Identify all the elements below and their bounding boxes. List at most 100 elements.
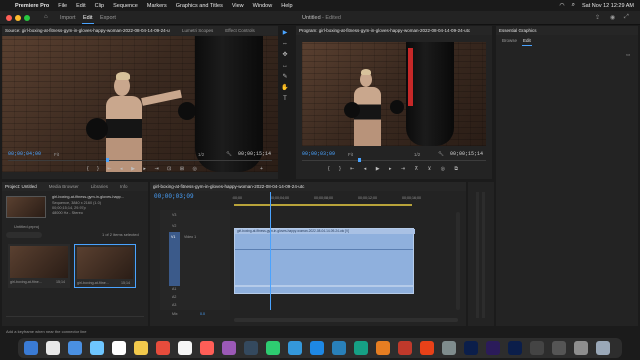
program-settings-icon[interactable]: 🔧︎ xyxy=(438,151,444,157)
dock-app-icon[interactable] xyxy=(244,341,258,355)
source-ratio-select[interactable]: 1/2 xyxy=(198,152,204,157)
wifi-icon[interactable]: ◠ xyxy=(559,2,564,9)
program-fit-select[interactable]: Fit xyxy=(348,152,353,157)
home-icon[interactable]: ⌂ xyxy=(44,14,48,20)
program-play-icon[interactable]: ▶ xyxy=(376,166,380,172)
audio-clip-a1[interactable] xyxy=(234,286,414,294)
selection-tool-icon[interactable]: ▶ xyxy=(279,28,291,39)
program-scrubber[interactable] xyxy=(302,160,486,161)
project-search-input[interactable] xyxy=(6,232,42,238)
tab-project[interactable]: Project: Untitled xyxy=(5,184,37,189)
dock-app-icon[interactable] xyxy=(354,341,368,355)
tab-edit[interactable]: Edit xyxy=(83,15,92,21)
selected-clip-thumbnail[interactable] xyxy=(6,196,46,218)
hand-tool-icon[interactable]: ✋ xyxy=(279,83,291,94)
dock-app-icon[interactable] xyxy=(486,341,500,355)
fullscreen-icon[interactable]: ⤢ xyxy=(624,14,629,21)
comparison-view-icon[interactable]: ⧉ xyxy=(454,166,458,172)
source-scrubber[interactable] xyxy=(8,160,272,161)
menu-premiere-pro[interactable]: Premiere Pro xyxy=(15,3,49,9)
menu-edit[interactable]: Edit xyxy=(76,3,85,9)
menu-graphics-and-titles[interactable]: Graphics and Titles xyxy=(176,3,223,9)
tab-effect-controls[interactable]: Effect Controls xyxy=(225,28,254,33)
dock-app-icon[interactable] xyxy=(552,341,566,355)
tab-import[interactable]: Import xyxy=(60,15,76,21)
dock-app-icon[interactable] xyxy=(376,341,390,355)
dock-app-icon[interactable] xyxy=(90,341,104,355)
ripple-edit-tool-icon[interactable]: ✥ xyxy=(279,50,291,61)
dock-app-icon[interactable] xyxy=(596,341,610,355)
track-label-a2[interactable]: A2 xyxy=(172,295,176,299)
go-to-out-icon[interactable]: ⇥ xyxy=(154,166,158,172)
dock-app-icon[interactable] xyxy=(574,341,588,355)
share-icon[interactable]: ⇪ xyxy=(595,14,600,21)
source-add-button[interactable]: + xyxy=(260,166,263,172)
insert-icon[interactable]: ⊡ xyxy=(167,166,171,172)
zoom-window-button[interactable] xyxy=(24,15,30,21)
project-item-2[interactable]: girl-boxing-at-fitne... 15;14 xyxy=(74,244,136,288)
source-settings-icon[interactable]: 🔧︎ xyxy=(226,151,232,157)
program-playhead[interactable] xyxy=(358,158,361,162)
dock-app-icon[interactable] xyxy=(508,341,522,355)
track-label-v3[interactable]: V3 xyxy=(172,213,176,217)
tab-sequence[interactable]: girl-boxing-at-fitness-gym-in-gloves-hap… xyxy=(153,184,304,189)
step-back-icon[interactable]: ◂ xyxy=(120,166,123,172)
tab-media-browser[interactable]: Media Browser xyxy=(49,184,79,189)
tab-info[interactable]: Info xyxy=(120,184,128,189)
program-video-frame[interactable] xyxy=(302,42,486,146)
tab-program[interactable]: Program: girl-boxing-at-fitness-gym-in-g… xyxy=(299,28,470,33)
dock-app-icon[interactable] xyxy=(134,341,148,355)
search-icon[interactable]: ⌕ xyxy=(572,2,575,9)
minimize-window-button[interactable] xyxy=(15,15,21,21)
source-playhead[interactable] xyxy=(106,158,109,162)
mark-in-icon[interactable]: { xyxy=(87,166,89,172)
source-video-frame[interactable] xyxy=(2,36,278,172)
track-label-v1[interactable]: V1 xyxy=(171,235,175,239)
dock-app-icon[interactable] xyxy=(112,341,126,355)
notification-icon[interactable]: ◉ xyxy=(610,14,615,21)
program-go-to-out-icon[interactable]: ⇥ xyxy=(401,166,405,172)
dock-app-icon[interactable] xyxy=(178,341,192,355)
menu-window[interactable]: Window xyxy=(253,3,273,9)
dock-app-icon[interactable] xyxy=(266,341,280,355)
tab-source[interactable]: Source: girl-boxing-at-fitness-gym-in-gl… xyxy=(5,28,170,33)
track-label-a3[interactable]: A3 xyxy=(172,303,176,307)
menu-markers[interactable]: Markers xyxy=(147,3,167,9)
dock-app-icon[interactable] xyxy=(222,341,236,355)
close-window-button[interactable] xyxy=(6,15,12,21)
source-fit-select[interactable]: Fit xyxy=(54,152,59,157)
timeline-ruler[interactable]: :00;00 00;00;04;00 00;00;08;00 00;00;12;… xyxy=(232,192,460,204)
track-label-a1[interactable]: A1 xyxy=(172,287,176,291)
timeline-horizontal-scrollbar[interactable] xyxy=(234,318,458,322)
dock-app-icon[interactable] xyxy=(332,341,346,355)
program-export-frame-icon[interactable]: ◎ xyxy=(441,166,445,172)
tab-eg-edit[interactable]: Edit xyxy=(523,38,531,43)
tab-libraries[interactable]: Libraries xyxy=(91,184,108,189)
eg-new-layer-icon[interactable]: ▭ xyxy=(626,52,630,58)
lift-icon[interactable]: ⊼ xyxy=(414,166,418,172)
program-step-forward-icon[interactable]: ▸ xyxy=(389,166,392,172)
slip-tool-icon[interactable]: ↔ xyxy=(279,61,291,72)
dock-app-icon[interactable] xyxy=(398,341,412,355)
timeline-timecode[interactable]: 00;00;03;09 xyxy=(154,193,194,200)
mix-value[interactable]: 0.0 xyxy=(200,312,205,316)
program-mark-out-icon[interactable]: } xyxy=(339,166,341,172)
tab-export[interactable]: Export xyxy=(100,15,116,21)
menu-view[interactable]: View xyxy=(232,3,244,9)
track-select-tool-icon[interactable]: ⇔ xyxy=(279,39,291,50)
menu-sequence[interactable]: Sequence xyxy=(113,3,138,9)
timeline-vertical-scrollbar[interactable] xyxy=(456,212,460,310)
pen-tool-icon[interactable]: ✎ xyxy=(279,72,291,83)
track-label-v2[interactable]: V2 xyxy=(172,224,176,228)
type-tool-icon[interactable]: T xyxy=(279,94,291,105)
go-to-in-icon[interactable]: ⇤ xyxy=(107,166,111,172)
program-step-back-icon[interactable]: ◂ xyxy=(364,166,367,172)
program-ratio-select[interactable]: 1/2 xyxy=(414,152,420,157)
export-frame-icon[interactable]: ◎ xyxy=(193,166,197,172)
play-icon[interactable]: ▶ xyxy=(131,166,135,172)
step-forward-icon[interactable]: ▸ xyxy=(143,166,146,172)
dock-app-icon[interactable] xyxy=(46,341,60,355)
timeline-playhead[interactable] xyxy=(270,192,271,310)
dock-app-icon[interactable] xyxy=(24,341,38,355)
mark-out-icon[interactable]: } xyxy=(97,166,99,172)
